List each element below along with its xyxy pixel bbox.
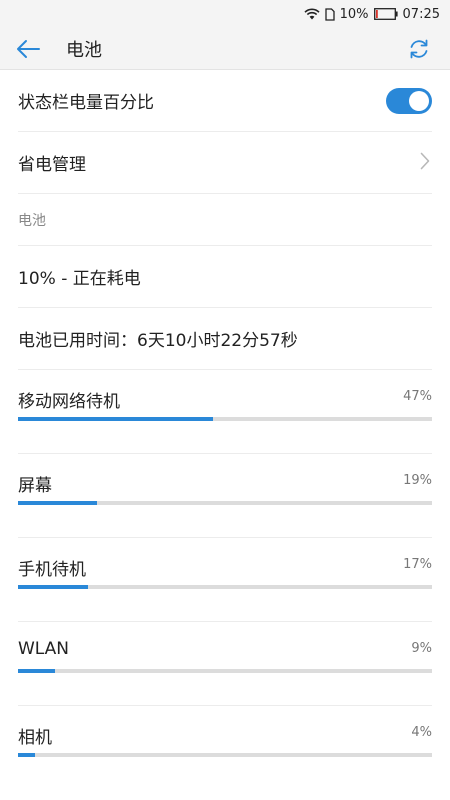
refresh-icon [410,39,428,59]
usage-item-percent: 19% [403,473,432,488]
battery-usage-time-row: 电池已用时间：6天10小时22分57秒 [18,308,432,370]
usage-progress-track [18,669,432,673]
battery-section-header: 电池 [18,212,46,229]
usage-progress-track [18,501,432,505]
battery-icon [373,8,398,20]
battery-status-row: 10% - 正在耗电 [18,246,432,308]
clock-text: 07:25 [402,6,440,22]
usage-progress-fill [18,753,35,757]
usage-progress-fill [18,669,56,673]
page-title: 电池 [66,39,102,61]
battery-section-header-row: 电池 [18,194,432,246]
chevron-right-icon [420,152,430,174]
usage-item[interactable]: WLAN 9% [18,622,432,706]
power-saving-row[interactable]: 省电管理 [18,132,432,194]
usage-item-percent: 9% [411,641,432,656]
battery-usage-time-text: 电池已用时间：6天10小时22分57秒 [18,331,298,351]
usage-item-name: WLAN [18,639,70,659]
usage-progress-fill [18,501,97,505]
usage-progress-track [18,753,432,757]
sim-icon [324,7,335,21]
usage-progress-fill [18,417,213,421]
battery-percent-text: 10% [339,6,369,22]
usage-item[interactable]: 相机 4% [18,706,432,790]
usage-item[interactable]: 移动网络待机 47% [18,370,432,454]
refresh-button[interactable] [406,36,432,62]
battery-status-text: 10% - 正在耗电 [18,269,141,289]
usage-item-percent: 17% [403,557,432,572]
usage-progress-track [18,585,432,589]
usage-item[interactable]: 屏幕 19% [18,454,432,538]
usage-item[interactable]: 手机待机 17% [18,538,432,622]
usage-item-name: 移动网络待机 [18,392,120,412]
usage-progress-fill [18,585,89,589]
power-saving-label: 省电管理 [18,155,86,175]
usage-progress-track [18,417,432,421]
arrow-left-icon [17,39,40,58]
percent-toggle-row[interactable]: 状态栏电量百分比 [18,70,432,132]
percent-toggle-label: 状态栏电量百分比 [18,93,154,113]
usage-item-name: 手机待机 [18,560,86,580]
usage-item-percent: 47% [403,389,432,404]
toggle-knob [409,90,429,111]
usage-item-percent: 4% [411,725,432,740]
back-button[interactable] [0,28,56,70]
percent-toggle-switch[interactable] [386,87,432,114]
usage-item-name: 屏幕 [18,476,52,496]
status-bar: 10% 07:25 [0,0,450,28]
usage-item-name: 相机 [18,728,52,748]
app-bar: 电池 [0,28,450,70]
wifi-icon [304,8,320,20]
